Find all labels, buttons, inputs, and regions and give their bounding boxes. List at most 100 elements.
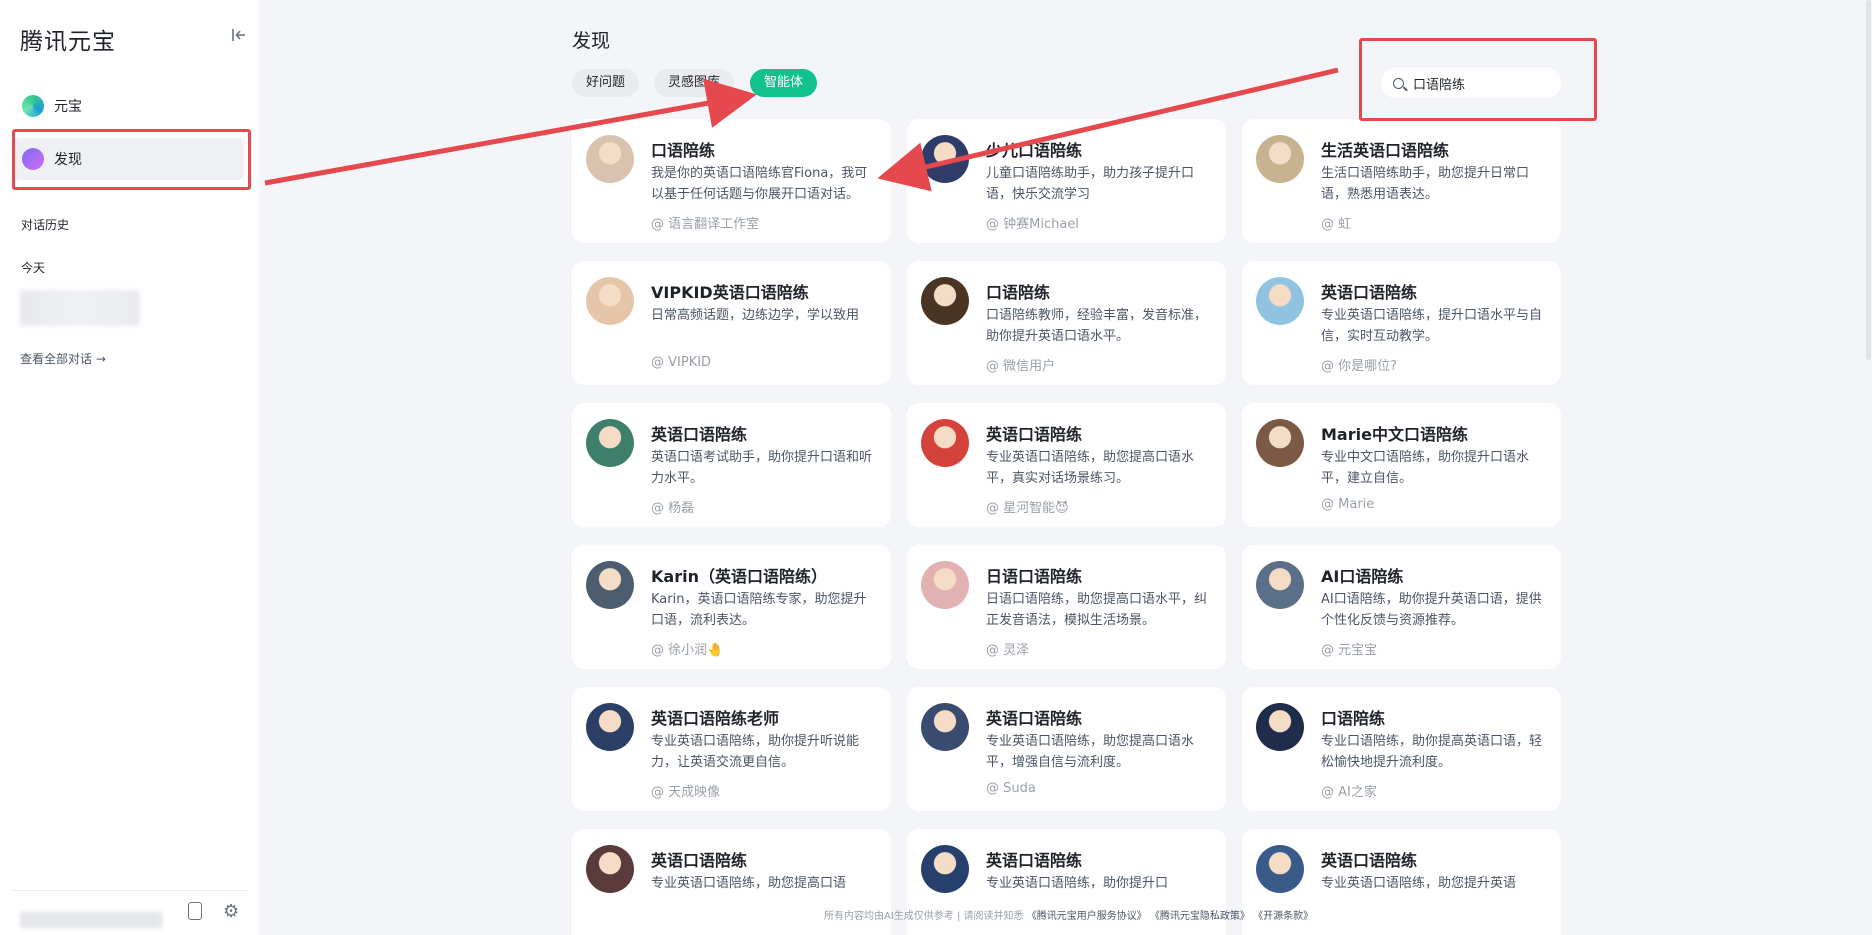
footer-link-privacy[interactable]: 《腾讯元宝隐私政策》 <box>1150 911 1250 922</box>
agent-card[interactable]: 英语口语陪练专业英语口语陪练，提升口语水平与自信，实时互动教学。 @ 你是哪位? <box>1242 261 1561 385</box>
sidebar-divider <box>12 890 248 891</box>
agent-name: 英语口语陪练 <box>651 851 748 870</box>
agent-name: 英语口语陪练 <box>1321 283 1418 302</box>
agent-description: 口语陪练教师，经验丰富，发音标准，助你提升英语口语水平。 <box>986 308 1208 344</box>
agent-card[interactable]: AI口语陪练 AI口语陪练，助你提升英语口语，提供个性化反馈与资源推荐。 @ 元宝宝 <box>1242 545 1561 669</box>
agent-card[interactable]: 生活英语口语陪练生活口语陪练助手，助您提升日常口语，熟悉用语表达。 @ 虹 <box>1242 119 1561 243</box>
agent-card[interactable]: 日语口语陪练日语口语陪练，助您提高口语水平，纠正发音语法，模拟生活场景。 @ 灵泽 <box>907 545 1226 669</box>
annotation-highlight-discover <box>12 129 251 190</box>
agent-card[interactable]: Karin（英语口语陪练） Karin，英语口语陪练专家，助您提升口语，流利表达。… <box>572 545 891 669</box>
agent-avatar <box>921 135 969 183</box>
agent-name: 少儿口语陪练 <box>986 141 1083 160</box>
agent-author: @ AI之家 <box>1321 785 1377 800</box>
gear-icon[interactable]: ⚙ <box>223 901 239 922</box>
agent-card[interactable]: 口语陪练专业口语陪练，助你提高英语口语，轻松愉快地提升流利度。 @ AI之家 <box>1242 687 1561 811</box>
agent-avatar <box>586 845 634 893</box>
agent-name: 口语陪练 <box>1321 709 1386 728</box>
tab-good-questions[interactable]: 好问题 <box>572 69 640 97</box>
agent-name: AI口语陪练 <box>1321 567 1404 586</box>
agent-name: 英语口语陪练 <box>651 425 748 444</box>
agent-card[interactable]: 口语陪练 我是你的英语口语陪练官Fiona，我可以基于任何话题与你展开口语对话。 @… <box>572 119 891 243</box>
agent-author: @ 钟赛Michael <box>986 217 1079 232</box>
agent-description: 专业英语口语陪练，助你提升听说能力，让英语交流更自信。 <box>651 734 860 770</box>
agent-name: 日语口语陪练 <box>986 567 1083 586</box>
agent-avatar <box>921 703 969 751</box>
agent-avatar <box>586 277 634 325</box>
user-profile-blurred[interactable] <box>20 912 162 928</box>
agent-description: 专业英语口语陪练，提升口语水平与自信，实时互动教学。 <box>1321 308 1543 344</box>
agent-name: 口语陪练 <box>651 141 716 160</box>
agent-card[interactable]: 少儿口语陪练儿童口语陪练助手，助力孩子提升口语，快乐交流学习 @ 钟赛Michae… <box>907 119 1226 243</box>
agent-author: @ 天成映像 <box>651 785 721 800</box>
agent-author: @ 虹 <box>1321 217 1352 232</box>
agent-description: 日常高频话题，边练边学，学以致用 <box>651 308 860 323</box>
agent-author: @ 你是哪位? <box>1321 359 1398 374</box>
footer-prefix: 所有内容均由AI生成仅供参考 | 请阅读并知悉 <box>824 911 1024 922</box>
agent-author: @ 星河智能😈 <box>986 501 1069 516</box>
agent-card[interactable]: VIPKID英语口语陪练日常高频话题，边练边学，学以致用 @ VIPKID <box>572 261 891 385</box>
agent-avatar <box>921 419 969 467</box>
agent-avatar <box>1256 135 1304 183</box>
scrollbar[interactable] <box>1866 0 1871 360</box>
agent-card[interactable]: 英语口语陪练 英语口语考试助手，助你提升口语和听力水平。 @ 杨磊 <box>572 403 891 527</box>
phone-icon[interactable] <box>188 902 202 920</box>
agent-avatar <box>586 419 634 467</box>
agent-name: 英语口语陪练 <box>986 851 1083 870</box>
agent-name: 英语口语陪练老师 <box>651 709 780 728</box>
agent-avatar <box>586 135 634 183</box>
brand-logo-text: 腾讯元宝 <box>20 29 116 55</box>
agent-name: 生活英语口语陪练 <box>1321 141 1450 160</box>
agent-author: @ 灵泽 <box>986 643 1030 658</box>
agent-description: 专业英语口语陪练，助您提高口语 <box>651 876 847 891</box>
agent-card[interactable]: 口语陪练 口语陪练教师，经验丰富，发音标准，助你提升英语口语水平。 @ 微信用户 <box>907 261 1226 385</box>
agent-description: 日语口语陪练，助您提高口语水平，纠正发音语法，模拟生活场景。 <box>986 592 1208 628</box>
agent-name: 英语口语陪练 <box>986 709 1083 728</box>
footer-link-opensource[interactable]: 《开源条款》 <box>1253 911 1313 922</box>
agent-card[interactable]: 英语口语陪练老师专业英语口语陪练，助你提升听说能力，让英语交流更自信。 @ 天成映… <box>572 687 891 811</box>
main-content: 发现 好问题 灵感图库 智能体 口语陪练我是你的英语口语陪练官Fiona，我可以… <box>259 0 1872 935</box>
agent-name: 英语口语陪练 <box>1321 851 1418 870</box>
agent-card[interactable]: 英语口语陪练专业英语口语陪练，助您提高口语水平，真实对话场景练习。 @ 星河智能😈 <box>907 403 1226 527</box>
agent-author: @ 徐小润🤚 <box>651 643 724 658</box>
agent-author: @ 元宝宝 <box>1321 643 1378 658</box>
page-title: 发现 <box>572 30 611 52</box>
annotation-highlight-search <box>1359 38 1597 121</box>
agent-description: 专业英语口语陪练，助您提高口语水平，真实对话场景练习。 <box>986 450 1195 486</box>
agent-name: VIPKID英语口语陪练 <box>651 283 809 302</box>
agent-description: 生活口语陪练助手，助您提升日常口语，熟悉用语表达。 <box>1321 166 1530 202</box>
agent-name: 英语口语陪练 <box>986 425 1083 444</box>
agent-description: 我是你的英语口语陪练官Fiona，我可以基于任何话题与你展开口语对话。 <box>651 166 868 202</box>
agent-name: 口语陪练 <box>986 283 1051 302</box>
agent-card[interactable]: 英语口语陪练专业英语口语陪练，助您提高口语水平，增强自信与流利度。 @ Suda <box>907 687 1226 811</box>
tab-inspiration-gallery[interactable]: 灵感图库 <box>654 69 735 97</box>
agent-description: 英语口语考试助手，助你提升口语和听力水平。 <box>651 450 873 486</box>
agent-avatar <box>1256 277 1304 325</box>
agent-name: Marie中文口语陪练 <box>1321 425 1468 444</box>
agent-avatar <box>921 277 969 325</box>
agent-card[interactable]: Marie中文口语陪练专业中文口语陪练，助你提升口语水平，建立自信。 @ Mari… <box>1242 403 1561 527</box>
agent-description: 儿童口语陪练助手，助力孩子提升口语，快乐交流学习 <box>986 166 1195 202</box>
yuanbao-logo-icon <box>22 95 44 117</box>
footer-link-terms[interactable]: 《腾讯元宝用户服务协议》 <box>1027 911 1147 922</box>
history-section-label: 对话历史 <box>21 218 70 232</box>
agent-avatar <box>1256 561 1304 609</box>
agent-description: Karin，英语口语陪练专家，助您提升口语，流利表达。 <box>651 592 867 628</box>
sidebar-item-yuanbao[interactable]: 元宝 <box>14 85 244 127</box>
agent-description: 专业英语口语陪练，助您提升英语 <box>1321 876 1517 891</box>
agent-author: @ VIPKID <box>651 355 712 370</box>
agent-description: 专业英语口语陪练，助您提高口语水平，增强自信与流利度。 <box>986 734 1195 770</box>
history-item-blurred[interactable] <box>20 290 140 326</box>
agent-description: 专业中文口语陪练，助你提升口语水平，建立自信。 <box>1321 450 1530 486</box>
footer-disclaimer: 所有内容均由AI生成仅供参考 | 请阅读并知悉 《腾讯元宝用户服务协议》 《腾讯… <box>824 907 1313 922</box>
agent-description: AI口语陪练，助你提升英语口语，提供个性化反馈与资源推荐。 <box>1321 592 1542 628</box>
agent-avatar <box>586 703 634 751</box>
tab-agents[interactable]: 智能体 <box>750 69 818 97</box>
agent-description: 专业口语陪练，助你提高英语口语，轻松愉快地提升流利度。 <box>1321 734 1543 770</box>
agent-avatar <box>586 561 634 609</box>
today-section-label: 今天 <box>21 261 46 275</box>
agent-author: @ Suda <box>986 781 1036 796</box>
agent-avatar <box>1256 703 1304 751</box>
view-all-conversations-link[interactable]: 查看全部对话 → <box>20 350 106 367</box>
agent-author: @ Marie <box>1321 497 1375 512</box>
collapse-sidebar-icon[interactable] <box>229 26 249 46</box>
